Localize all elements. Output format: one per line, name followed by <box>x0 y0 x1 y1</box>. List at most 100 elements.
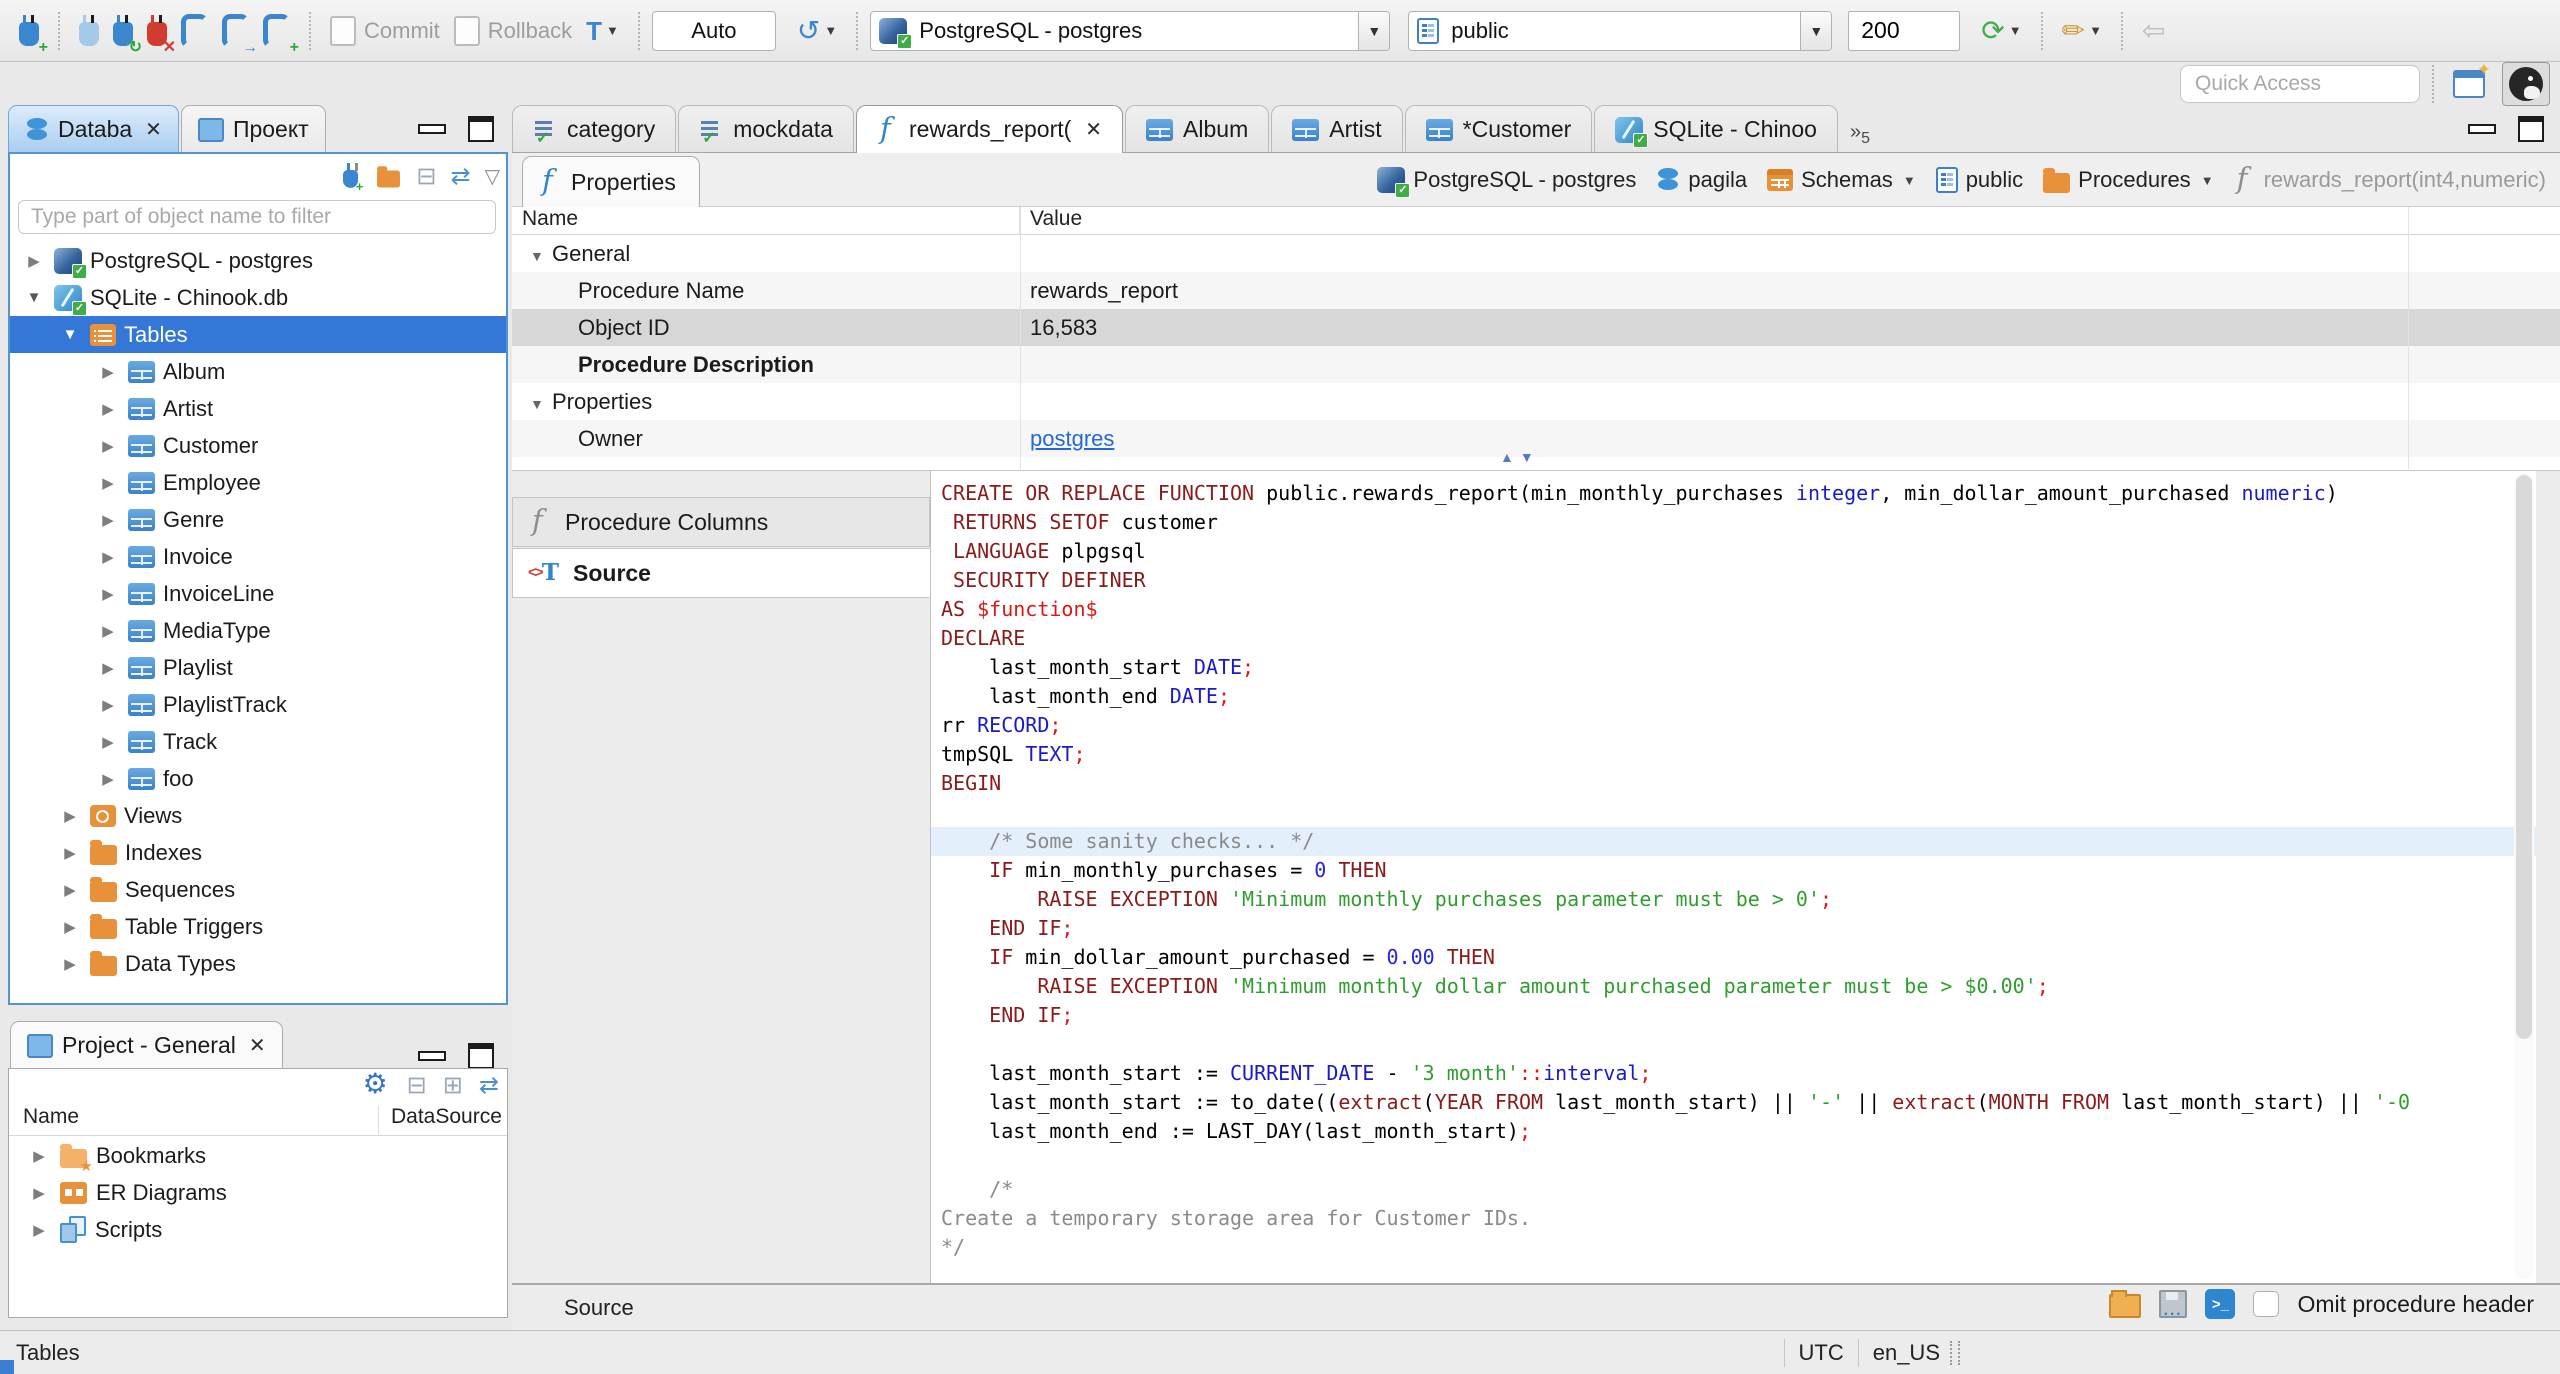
transaction-history-button[interactable]: ↺ ▼ <box>790 7 844 55</box>
minimize-icon[interactable] <box>2468 124 2496 134</box>
collapse-all-icon[interactable]: ⊟ <box>416 162 436 191</box>
tree-item-table[interactable]: ▶ Playlist <box>10 649 506 686</box>
tree-item-table[interactable]: ▶ PlaylistTrack <box>10 686 506 723</box>
maximize-icon[interactable] <box>2518 116 2544 142</box>
tree-item-data-types[interactable]: ▶ Data Types <box>10 945 506 982</box>
tree-item-table[interactable]: ▶ Track <box>10 723 506 760</box>
breadcrumb-procedures[interactable]: Procedures ▼ <box>2043 167 2214 193</box>
commit-button[interactable]: Commit <box>323 7 447 55</box>
tree-item-table[interactable]: ▶ Customer <box>10 427 506 464</box>
side-tab-procedure-columns[interactable]: Procedure Columns <box>512 497 930 547</box>
splitter-arrows[interactable]: ▲▼ <box>1500 449 1540 465</box>
grid-column-divider[interactable] <box>2408 207 2409 469</box>
editor-tab-category[interactable]: category <box>512 105 677 153</box>
grid-row-general[interactable]: ▼ General <box>512 235 2560 272</box>
filter-menu-icon[interactable]: ▽ <box>485 164 500 189</box>
maximize-icon[interactable] <box>468 1043 494 1069</box>
new-connection-button[interactable]: + <box>12 7 48 55</box>
fetch-size-input[interactable] <box>1848 10 1961 51</box>
minimize-icon[interactable] <box>418 1051 446 1061</box>
tree-item-table[interactable]: ▶ Employee <box>10 464 506 501</box>
tree-item-table[interactable]: ▶ foo <box>10 760 506 797</box>
gear-icon[interactable] <box>363 1070 391 1100</box>
maximize-icon[interactable] <box>468 116 494 142</box>
new-folder-icon[interactable] <box>377 165 401 187</box>
project-item-scripts[interactable]: ▶ Scripts <box>9 1211 507 1248</box>
auto-sync-button[interactable]: ⟳ ▼ <box>1974 7 2028 55</box>
tree-item-postgres-connection[interactable]: ▶PostgreSQL - postgres <box>10 242 506 279</box>
tree-item-views[interactable]: ▶ Views <box>10 797 506 834</box>
project-item-bookmarks[interactable]: ▶Bookmarks <box>9 1137 507 1175</box>
object-filter-input[interactable] <box>18 200 496 234</box>
tree-item-table[interactable]: ▶ Invoice <box>10 538 506 575</box>
tree-item-sqlite-connection[interactable]: ▼SQLite - Chinook.db <box>10 279 506 316</box>
open-file-icon[interactable] <box>2109 1290 2142 1318</box>
tree-item-indexes[interactable]: ▶ Indexes <box>10 834 506 871</box>
tab-properties[interactable]: Properties <box>522 156 700 207</box>
grid-row-procedure-description[interactable]: Procedure Description <box>512 346 2560 383</box>
open-console-icon[interactable]: >_ <box>2205 1289 2236 1319</box>
close-icon[interactable]: ✕ <box>145 117 162 142</box>
tree-item-table[interactable]: ▶ InvoiceLine <box>10 575 506 612</box>
dbeaver-perspective-button[interactable] <box>2502 62 2550 106</box>
link-editor-icon[interactable]: ⇄ <box>479 1071 499 1100</box>
editor-tab-artist[interactable]: Artist <box>1271 105 1403 153</box>
grid-column-value[interactable]: Value <box>1020 207 1082 234</box>
nav-new-connection-button[interactable]: + <box>340 158 363 194</box>
new-sql-editor-button[interactable]: + <box>256 7 299 55</box>
grid-column-name[interactable]: Name <box>512 207 1020 234</box>
owner-link[interactable]: postgres <box>1030 426 1114 451</box>
editor-tab-album[interactable]: Album <box>1125 105 1270 153</box>
transaction-log-button[interactable]: T ▼ <box>579 7 626 55</box>
link-editor-icon[interactable]: ⇄ <box>451 162 471 191</box>
tree-item-table-triggers[interactable]: ▶ Table Triggers <box>10 908 506 945</box>
vertical-scrollbar[interactable] <box>2514 473 2534 1279</box>
editor-tab-sqlite-chinook[interactable]: SQLite - Chinoo <box>1594 105 1838 153</box>
grid-row-properties[interactable]: ▼ Properties <box>512 383 2560 420</box>
editor-tab-rewards-report[interactable]: rewards_report(✕ <box>855 105 1124 153</box>
expand-all-icon[interactable]: ⊞ <box>443 1071 463 1100</box>
disconnect-button[interactable]: ✕ <box>140 7 176 55</box>
connection-combo-dropdown[interactable]: ▼ <box>1358 11 1390 50</box>
tab-projects[interactable]: Проект <box>180 105 326 153</box>
grid-column-divider[interactable] <box>1020 207 1021 469</box>
close-icon[interactable]: ✕ <box>1085 117 1102 142</box>
save-to-file-icon[interactable] <box>2159 1290 2188 1324</box>
omit-procedure-header-checkbox[interactable] <box>2253 1291 2280 1317</box>
schema-combo-dropdown[interactable]: ▼ <box>1800 11 1832 50</box>
column-name[interactable]: Name <box>9 1105 379 1135</box>
reconnect-button[interactable]: ↻ <box>106 7 142 55</box>
breadcrumb-schema-public[interactable]: public <box>1935 167 2023 193</box>
tab-database-navigator[interactable]: Databa ✕ <box>8 105 179 153</box>
breadcrumb-procedure[interactable]: rewards_report(int4,numeric) <box>2234 161 2546 195</box>
back-button[interactable]: ⇦ <box>2135 7 2172 55</box>
source-editor[interactable]: CREATE OR REPLACE FUNCTION public.reward… <box>930 471 2536 1283</box>
tab-project-general[interactable]: Project - General ✕ <box>10 1021 283 1069</box>
breadcrumb-database[interactable]: pagila <box>1656 167 1747 193</box>
commit-mode-combo[interactable]: Auto <box>651 10 776 51</box>
tab-overflow-button[interactable]: »5 <box>1840 121 1880 148</box>
grid-row-procedure-name[interactable]: Procedure Name rewards_report <box>512 272 2560 309</box>
status-grip[interactable] <box>1950 1340 1960 1365</box>
grid-row-object-id[interactable]: Object ID 16,583 <box>512 309 2560 346</box>
format-button[interactable]: ✏ ▼ <box>2055 7 2109 55</box>
tree-item-table[interactable]: ▶ Genre <box>10 501 506 538</box>
scrollbar-thumb[interactable] <box>2516 475 2532 1040</box>
source-code[interactable]: CREATE OR REPLACE FUNCTION public.reward… <box>931 479 2536 1262</box>
editor-tab-customer[interactable]: *Customer <box>1404 105 1593 153</box>
side-tab-source[interactable]: Source <box>512 548 930 598</box>
tree-item-table[interactable]: ▶ Album <box>10 353 506 390</box>
open-sql-editor-button[interactable]: → <box>215 7 258 55</box>
tree-item-sequences[interactable]: ▶ Sequences <box>10 871 506 908</box>
schema-combo[interactable]: public ▼ <box>1408 10 1833 51</box>
tree-item-tables[interactable]: ▼ Tables <box>10 316 506 353</box>
close-icon[interactable]: ✕ <box>249 1033 266 1058</box>
project-item-er-diagrams[interactable]: ▶ ER Diagrams <box>9 1174 507 1211</box>
sql-editor-button[interactable] <box>174 7 215 55</box>
breadcrumb-schemas[interactable]: Schemas ▼ <box>1767 167 1916 193</box>
column-datasource[interactable]: DataSource <box>379 1105 502 1135</box>
minimize-icon[interactable] <box>418 124 446 134</box>
editor-tab-mockdata[interactable]: mockdata <box>678 105 854 153</box>
connection-combo[interactable]: PostgreSQL - postgres ▼ <box>870 10 1391 51</box>
tree-item-table[interactable]: ▶ Artist <box>10 390 506 427</box>
